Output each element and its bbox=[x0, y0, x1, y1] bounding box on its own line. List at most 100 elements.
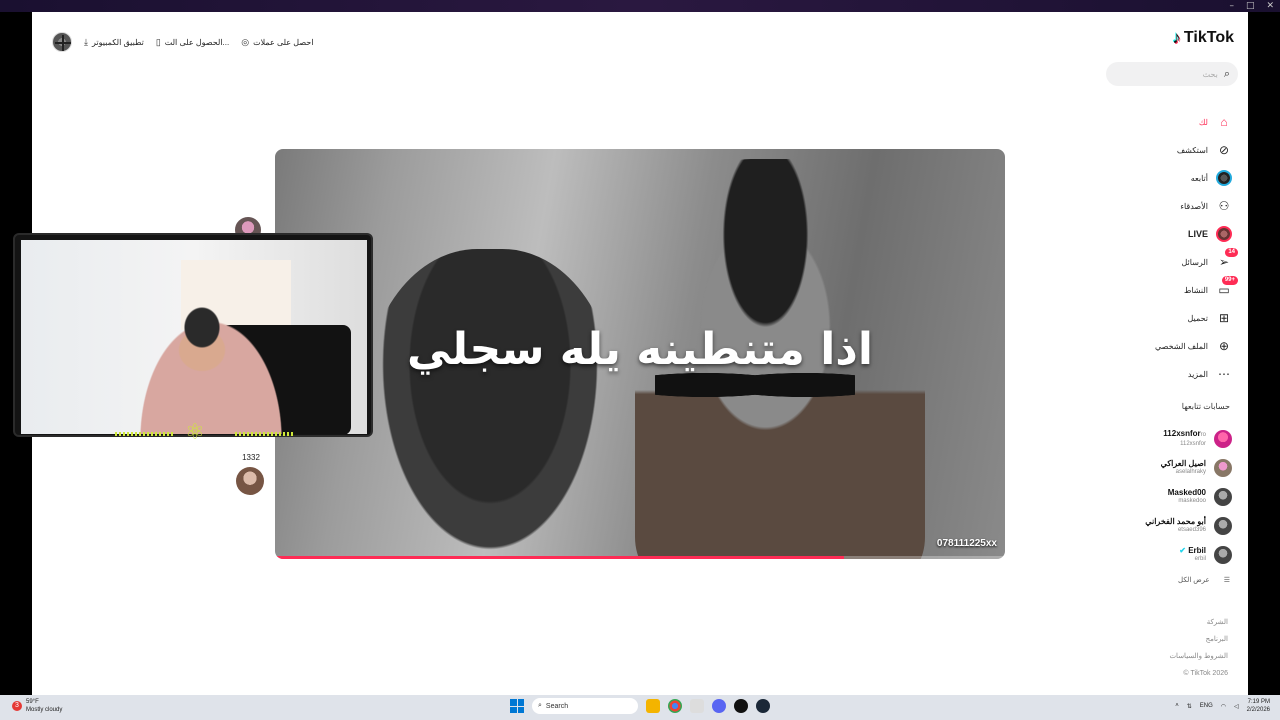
user-avatar[interactable] bbox=[52, 32, 72, 52]
nav-item-upload[interactable]: تحميل ⊞ bbox=[1112, 304, 1232, 332]
search-icon: ⌕ bbox=[538, 702, 542, 709]
sidebar-footer: الشركة البرنامج الشروط والسياسات TikTok … bbox=[1169, 614, 1228, 682]
verified-icon: ✔ bbox=[1179, 545, 1186, 555]
account-handle: maskedoo bbox=[1178, 497, 1206, 504]
list-icon: ☰ bbox=[1223, 577, 1230, 584]
video-figure-left bbox=[365, 249, 615, 559]
chevron-up-icon[interactable]: ˄ bbox=[1175, 703, 1179, 709]
following-account[interactable]: Masked00 maskedoo bbox=[1108, 482, 1232, 511]
footer-link-terms[interactable]: الشروط والسياسات bbox=[1169, 648, 1228, 665]
webcam-overlay: ⚛ bbox=[13, 233, 373, 445]
desktop-app-button[interactable]: ⤓ تطبيق الكمبيوتر bbox=[84, 37, 144, 48]
obs-icon[interactable] bbox=[734, 699, 748, 713]
right-sidebar: ♪ TikTok بحث ⌕ لك ⌂ استكشف ⊘ أتابعه الأص… bbox=[1106, 26, 1238, 686]
weather-desc: Mostly cloudy bbox=[26, 707, 63, 713]
nav-label: أتابعه bbox=[1190, 173, 1208, 183]
upload-icon: ⊞ bbox=[1218, 311, 1230, 325]
nav-label: الملف الشخصي bbox=[1154, 341, 1208, 351]
nav-item-profile[interactable]: الملف الشخصي ⊕ bbox=[1112, 332, 1232, 360]
phone-icon: ▯ bbox=[155, 36, 161, 47]
desktop-app-label: تطبيق الكمبيوتر bbox=[91, 37, 144, 47]
search-placeholder: بحث bbox=[1202, 69, 1218, 79]
minimize-button[interactable]: – bbox=[1229, 1, 1234, 11]
nav-item-live[interactable]: LIVE bbox=[1112, 220, 1232, 248]
account-avatar bbox=[1214, 487, 1232, 506]
friends-icon: ⚇ bbox=[1218, 199, 1230, 213]
activity-icon: ▭ 99+ bbox=[1216, 276, 1238, 298]
clock[interactable]: 7:19 PM 2/2/2026 bbox=[1247, 698, 1270, 714]
account-name: Erbil bbox=[1188, 545, 1206, 555]
show-all-button[interactable]: عرض الكل ☰ bbox=[1178, 576, 1230, 584]
nav-item-following[interactable]: أتابعه bbox=[1112, 164, 1232, 192]
nav-label: النشاط bbox=[1183, 285, 1208, 295]
messages-badge: 14 bbox=[1225, 248, 1238, 257]
nav-item-more[interactable]: المزيد ⋯ bbox=[1112, 360, 1232, 388]
account-name: اصيل العراكي bbox=[1160, 458, 1206, 468]
nav-item-messages[interactable]: الرسائل ➢ 14 bbox=[1112, 248, 1238, 276]
app-icon[interactable] bbox=[690, 699, 704, 713]
weather-widget[interactable]: 3 59°F Mostly cloudy bbox=[12, 698, 62, 714]
lang-indicator[interactable]: ENG bbox=[1200, 703, 1213, 709]
account-name: Masked00 bbox=[1167, 487, 1206, 497]
nav-label: الأصدقاء bbox=[1180, 201, 1208, 211]
download-icon: ⤓ bbox=[84, 36, 88, 47]
nav-label: استكشف bbox=[1176, 145, 1208, 155]
steam-icon[interactable] bbox=[756, 699, 770, 713]
close-button[interactable]: ✕ bbox=[1266, 1, 1274, 11]
following-account[interactable]: ✔ Erbil erbil bbox=[1108, 540, 1232, 569]
nav-label: الرسائل bbox=[1181, 257, 1209, 267]
video-caption: اذا متنطينه يله سجلي bbox=[407, 324, 873, 375]
coin-icon: ◎ bbox=[241, 36, 250, 47]
action-count: 1332 bbox=[242, 453, 260, 462]
following-header: حسابات تتابعها bbox=[1181, 402, 1230, 411]
nav-item-friends[interactable]: الأصدقاء ⚇ bbox=[1112, 192, 1232, 220]
get-coins-label: احصل على عملات bbox=[253, 37, 314, 47]
taskbar-search-label: Search bbox=[545, 702, 569, 710]
search-icon[interactable]: ⌕ bbox=[1224, 68, 1230, 81]
search-input[interactable]: بحث ⌕ bbox=[1106, 62, 1238, 86]
file-explorer-icon[interactable] bbox=[646, 699, 660, 713]
following-account[interactable]: 112xsnforro 112xsnfor bbox=[1108, 424, 1232, 453]
volume-icon[interactable]: ◁ bbox=[1234, 703, 1239, 710]
clock-time: 7:19 PM bbox=[1247, 699, 1270, 705]
nav-item-explore[interactable]: استكشف ⊘ bbox=[1112, 136, 1232, 164]
weather-badge: 3 bbox=[12, 701, 22, 711]
system-tray: ˄ ⇅ ENG ◠ ◁ 7:19 PM 2/2/2026 bbox=[1175, 698, 1270, 714]
network-icon[interactable]: ⇅ bbox=[1187, 703, 1192, 710]
title-bar: – □ ✕ bbox=[0, 0, 1280, 12]
account-handle: erbil bbox=[1194, 555, 1206, 562]
sound-avatar[interactable] bbox=[236, 467, 264, 495]
wifi-icon[interactable]: ◠ bbox=[1221, 703, 1226, 710]
get-coins-button[interactable]: ◎ احصل على عملات bbox=[241, 37, 313, 48]
account-name: 112xsnfor bbox=[1163, 428, 1201, 438]
video-player[interactable]: اذا متنطينه يله سجلي 078111225xx bbox=[275, 149, 1005, 559]
show-all-label: عرض الكل bbox=[1178, 577, 1210, 584]
webcam-feed bbox=[21, 240, 367, 434]
account-name-suffix: ro bbox=[1200, 431, 1206, 438]
account-avatar bbox=[1214, 429, 1232, 448]
home-icon: ⌂ bbox=[1220, 115, 1228, 129]
following-account[interactable]: أبو محمد الفخراني etsaed396 bbox=[1108, 511, 1232, 540]
nav-item-activity[interactable]: النشاط ▭ 99+ bbox=[1112, 276, 1238, 304]
tiktok-logo[interactable]: ♪ TikTok bbox=[1172, 28, 1234, 48]
following-list: 112xsnforro 112xsnfor اصيل العراكي aselalh… bbox=[1108, 424, 1232, 569]
nav-item-for-you[interactable]: لك ⌂ bbox=[1112, 108, 1232, 136]
taskbar-search[interactable]: ⌕ Search bbox=[532, 698, 638, 714]
discord-icon[interactable] bbox=[712, 699, 726, 713]
webcam-logo-icon: ⚛ bbox=[185, 420, 205, 445]
activity-badge: 99+ bbox=[1221, 276, 1238, 285]
chrome-icon[interactable] bbox=[668, 699, 682, 713]
account-avatar bbox=[1214, 516, 1232, 535]
footer-link-company[interactable]: الشركة bbox=[1169, 614, 1228, 631]
logo-text: TikTok bbox=[1183, 29, 1234, 46]
following-avatar-icon bbox=[1216, 170, 1232, 186]
screen: – □ ✕ ⤓ تطبيق الكمبيوتر ▯ الحصول على الت… bbox=[0, 0, 1280, 720]
following-account[interactable]: اصيل العراكي aselalhraky bbox=[1108, 453, 1232, 482]
footer-link-program[interactable]: البرنامج bbox=[1169, 631, 1228, 648]
account-avatar bbox=[1214, 458, 1232, 477]
nav-label: المزيد bbox=[1187, 369, 1208, 379]
maximize-button[interactable]: □ bbox=[1246, 1, 1255, 11]
get-app-button[interactable]: ▯ الحصول على الت... bbox=[156, 37, 229, 48]
account-name: أبو محمد الفخراني bbox=[1145, 516, 1206, 526]
windows-start-icon[interactable] bbox=[510, 699, 524, 713]
